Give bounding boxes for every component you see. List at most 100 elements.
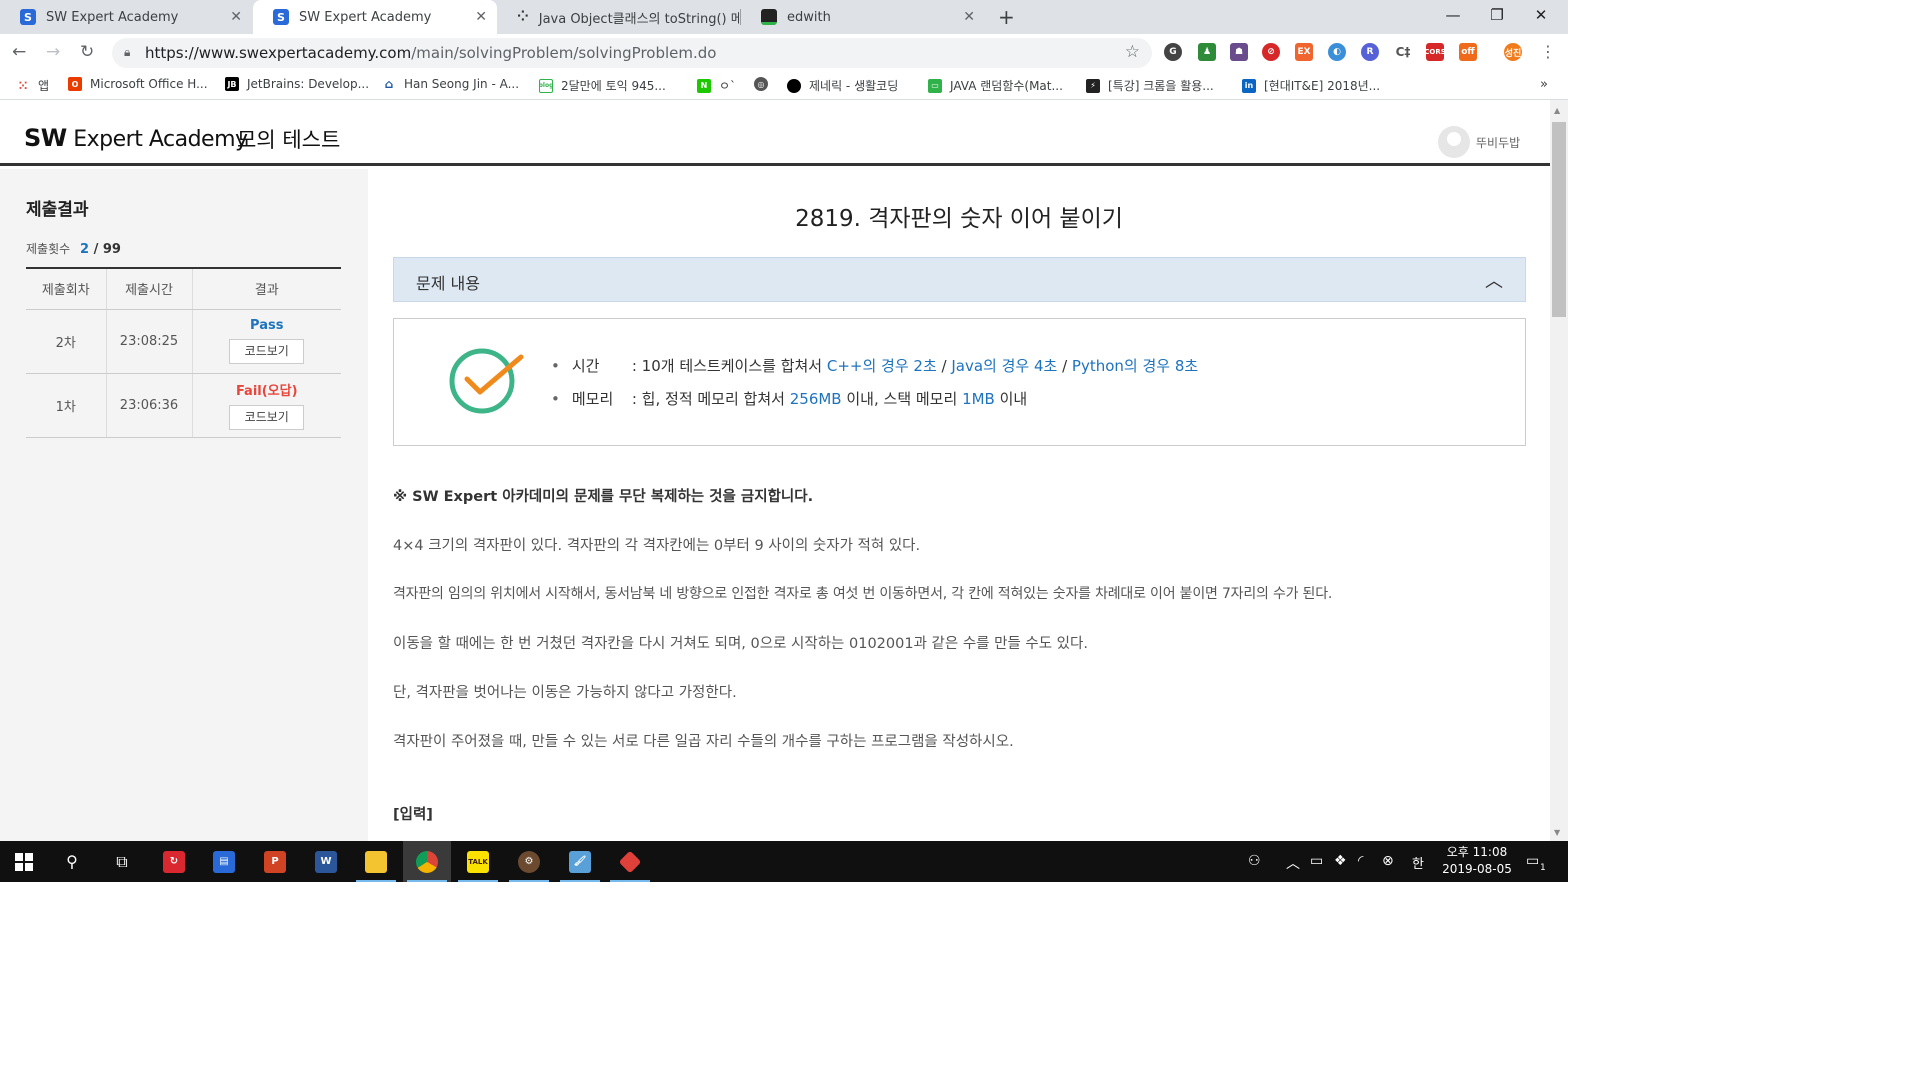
- site-logo[interactable]: SW Expert Academy: [24, 124, 248, 152]
- extension-icon[interactable]: ⊘: [1262, 43, 1280, 61]
- time-label: 시간: [571, 357, 600, 375]
- volume-muted-icon[interactable]: ⊗: [1382, 853, 1394, 869]
- lock-icon: 🔒︎: [124, 45, 131, 59]
- taskbar-app[interactable]: W: [302, 841, 350, 882]
- view-code-button[interactable]: 코드보기: [229, 339, 305, 364]
- browser-tab-4[interactable]: edwith ✕: [741, 0, 985, 34]
- extension-icon[interactable]: R: [1361, 43, 1379, 61]
- minimize-icon[interactable]: —: [1430, 6, 1476, 24]
- bookmark-item[interactable]: N ㅇ`: [697, 77, 736, 94]
- taskbar-app[interactable]: TALK: [454, 841, 502, 882]
- start-button[interactable]: [0, 841, 48, 882]
- scrollbar-thumb[interactable]: [1552, 122, 1566, 317]
- taskbar-app[interactable]: [352, 841, 400, 882]
- view-code-button[interactable]: 코드보기: [229, 405, 305, 430]
- bookmark-label: JAVA 랜덤함수(Mat...: [950, 79, 1063, 93]
- bullet-icon: •: [551, 390, 560, 408]
- close-icon[interactable]: ✕: [475, 9, 487, 25]
- wifi-icon[interactable]: ◜: [1358, 853, 1363, 869]
- ime-indicator[interactable]: 한: [1412, 853, 1424, 872]
- people-icon[interactable]: ⚇: [1248, 853, 1261, 869]
- back-icon[interactable]: ←: [12, 42, 26, 62]
- result-cell: Pass 코드보기: [191, 309, 341, 374]
- extension-icon[interactable]: G: [1164, 43, 1182, 61]
- bookmark-item[interactable]: O Microsoft Office H...: [68, 77, 208, 91]
- taskbar-app[interactable]: P: [251, 841, 299, 882]
- column-header: 제출회차: [26, 267, 106, 310]
- battery-icon[interactable]: ▭: [1310, 853, 1323, 869]
- extension-icon[interactable]: off: [1459, 43, 1477, 61]
- taskbar-app[interactable]: ↻: [150, 841, 198, 882]
- site-header: SW Expert Academy 모의 테스트 뚜비두밥: [0, 100, 1550, 166]
- chevron-up-icon[interactable]: ︿: [1286, 853, 1300, 873]
- round-cell: 2차: [26, 309, 106, 374]
- extension-icon[interactable]: ♟: [1198, 43, 1216, 61]
- address-bar[interactable]: 🔒︎ https://www.swexpertacademy.com/main/…: [112, 38, 1152, 68]
- close-icon[interactable]: ✕: [963, 9, 975, 25]
- separator: /: [936, 357, 952, 375]
- bookmark-apps[interactable]: ⁙ 앱: [16, 77, 49, 94]
- browser-tab-1[interactable]: S SW Expert Academy ✕: [0, 0, 252, 34]
- scroll-up-icon[interactable]: ▲: [1554, 106, 1560, 115]
- page-scrollbar[interactable]: ▲ ▼: [1550, 100, 1568, 841]
- user-menu[interactable]: 뚜비두밥: [1438, 126, 1520, 158]
- restore-icon[interactable]: ❐: [1474, 6, 1520, 24]
- bookmarks-overflow-button[interactable]: »: [1540, 77, 1548, 92]
- bookmark-item[interactable]: ▭ JAVA 랜덤함수(Mat...: [928, 77, 1063, 94]
- task-view-icon[interactable]: ⧉: [98, 841, 146, 882]
- reload-icon[interactable]: ↻: [80, 42, 94, 62]
- browser-tab-3[interactable]: ⁘ Java Object클래스의 toString() 메: [497, 0, 739, 34]
- bookmark-item[interactable]: 제네릭 - 생활코딩: [787, 77, 898, 94]
- paint-icon: 🖌︎: [569, 850, 591, 873]
- browser-tab-2-active[interactable]: S SW Expert Academy ✕: [253, 0, 497, 34]
- clock-date: 2019-08-05: [1442, 862, 1512, 876]
- bookmark-label: 2달만에 토익 945...: [561, 79, 666, 93]
- bookmark-label: 제네릭 - 생활코딩: [809, 79, 899, 93]
- menu-icon[interactable]: ⋮: [1540, 42, 1556, 61]
- bookmark-item[interactable]: ⚡ [특강] 크롬을 활용...: [1086, 77, 1214, 94]
- memory-suffix: 이내: [994, 390, 1028, 408]
- time-cell: 23:06:36: [105, 373, 192, 438]
- apps-grid-icon: ⁙: [17, 78, 29, 93]
- extension-icon[interactable]: ☗: [1230, 43, 1248, 61]
- extension-icon[interactable]: CORS: [1424, 43, 1446, 61]
- bookmark-item[interactable]: JB JetBrains: Develop...: [225, 77, 369, 91]
- close-window-icon[interactable]: ✕: [1518, 6, 1564, 24]
- dots-favicon-icon: ⁘: [517, 9, 529, 25]
- forward-icon[interactable]: →: [46, 42, 60, 62]
- problem-panel-header[interactable]: 문제 내용 ︿: [393, 257, 1526, 302]
- bookmark-item[interactable]: ◎: [754, 77, 776, 91]
- column-header: 제출시간: [105, 267, 192, 310]
- table-row: 2차 23:08:25 Pass 코드보기: [26, 309, 341, 374]
- bookmark-star-icon[interactable]: ☆: [1125, 42, 1140, 62]
- extension-icon[interactable]: EX: [1295, 43, 1313, 61]
- header-title: 모의 테스트: [237, 128, 341, 152]
- separator: /: [1057, 357, 1072, 375]
- bookmarks-bar: ⁙ 앱 O Microsoft Office H... JB JetBrains: D…: [0, 72, 1568, 100]
- extension-icon[interactable]: C‡: [1394, 43, 1412, 61]
- windows-logo-icon: [15, 852, 33, 871]
- bookmark-item[interactable]: in [현대IT&E] 2018년...: [1242, 77, 1380, 94]
- extension-icon[interactable]: ◐: [1328, 43, 1346, 61]
- system-clock[interactable]: 오후 11:08 2019-08-05: [1440, 844, 1514, 878]
- dropbox-icon[interactable]: ❖: [1334, 853, 1347, 869]
- taskbar-app[interactable]: [606, 841, 654, 882]
- notification-icon[interactable]: ▭: [1526, 853, 1539, 869]
- taskbar-app[interactable]: ▤: [200, 841, 248, 882]
- bookmark-label: JetBrains: Develop...: [247, 77, 370, 91]
- search-icon[interactable]: ⚲: [48, 841, 96, 882]
- taskbar-app[interactable]: ⚙: [505, 841, 553, 882]
- taskbar-app-active[interactable]: [403, 841, 451, 882]
- bookmark-label: [현대IT&E] 2018년...: [1264, 79, 1381, 93]
- blog-icon: blog: [539, 78, 553, 93]
- taskbar-app[interactable]: 🖌︎: [556, 841, 604, 882]
- new-tab-button[interactable]: +: [998, 5, 1015, 29]
- bookmark-item[interactable]: ⌂ Han Seong Jin - A...: [382, 77, 519, 91]
- time-prefix: : 10개 테스트케이스를 합쳐서: [631, 357, 827, 375]
- bookmark-label: [특강] 크롬을 활용...: [1108, 79, 1214, 93]
- profile-avatar-icon[interactable]: 성진: [1504, 43, 1522, 61]
- chevron-up-icon[interactable]: ︿: [1485, 267, 1503, 293]
- close-icon[interactable]: ✕: [230, 9, 242, 25]
- scroll-down-icon[interactable]: ▼: [1554, 828, 1560, 837]
- bookmark-item[interactable]: blog 2달만에 토익 945...: [539, 77, 666, 94]
